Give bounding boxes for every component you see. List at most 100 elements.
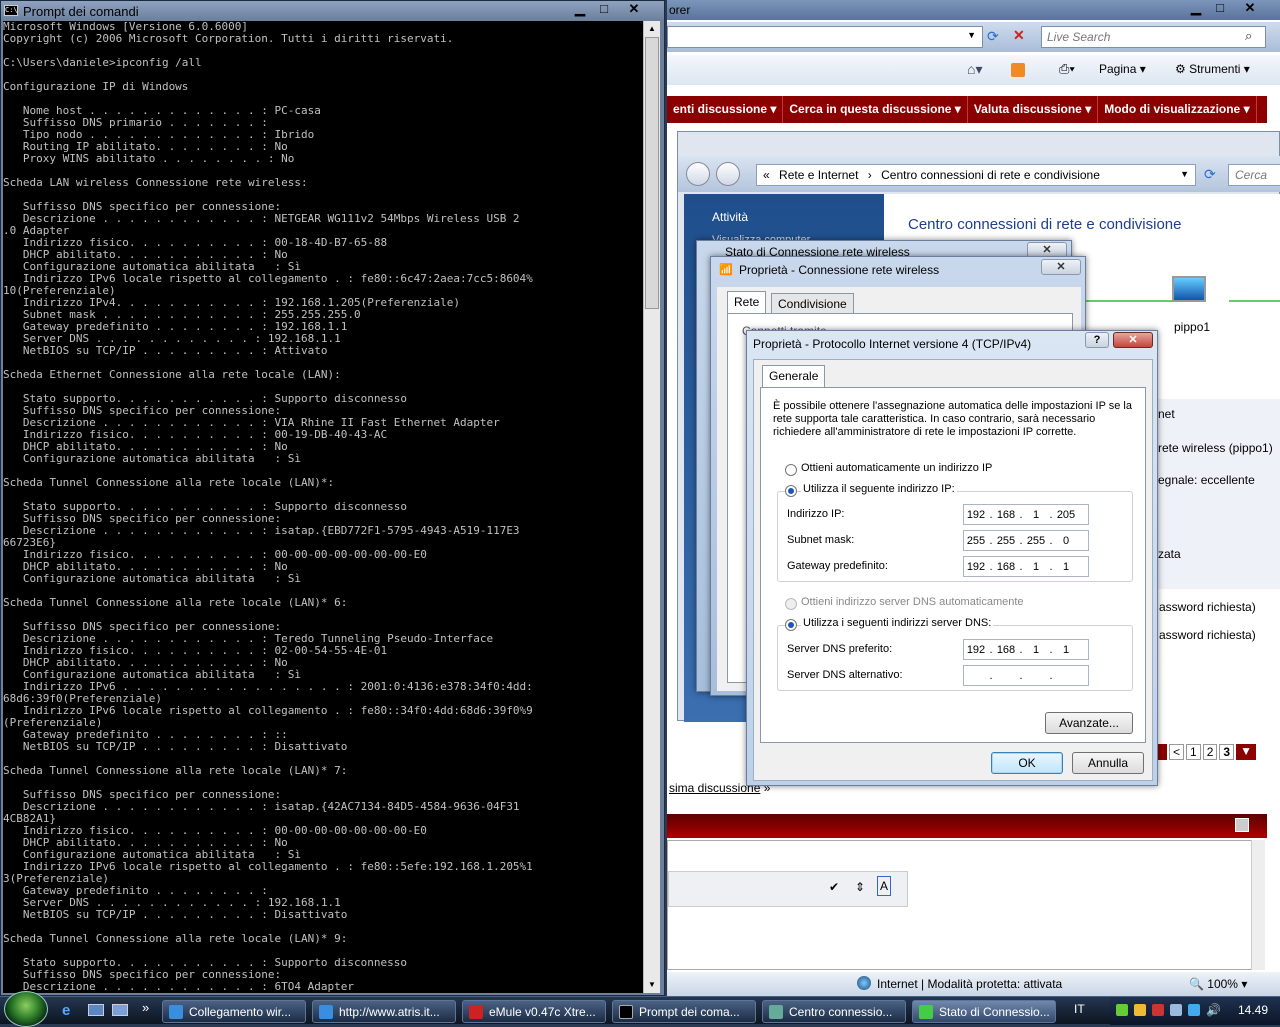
taskbar-button[interactable]: Stato di Connessio... — [912, 1000, 1056, 1023]
radio-manual-ip[interactable] — [785, 485, 797, 497]
ie-quicklaunch-icon[interactable]: e — [62, 1002, 70, 1019]
shield-icon[interactable] — [1152, 1004, 1164, 1016]
octet[interactable]: 205 — [1054, 509, 1078, 521]
octet[interactable]: 1 — [1024, 509, 1048, 521]
octet[interactable]: 168 — [994, 644, 1018, 656]
octet[interactable]: 168 — [994, 509, 1018, 521]
tray-icon[interactable] — [1134, 1004, 1146, 1016]
pager-page-3[interactable]: 3 — [1219, 744, 1235, 760]
search-icon[interactable]: ⌕ — [1245, 28, 1252, 44]
octet[interactable]: 1 — [1054, 561, 1078, 573]
octet[interactable]: 192 — [964, 561, 988, 573]
octet[interactable]: 192 — [964, 644, 988, 656]
octet[interactable]: 255 — [1024, 535, 1048, 547]
search-thread-menu[interactable]: Cerca in questa discussione ▾ — [783, 96, 968, 123]
forward-icon[interactable] — [716, 162, 740, 186]
minimize-icon[interactable]: ▁ — [1185, 0, 1207, 17]
octet[interactable]: 0 — [1054, 535, 1078, 547]
pager-page-2[interactable]: 2 — [1202, 744, 1218, 760]
preferred-dns-field[interactable]: 192. 168. 1. 1 — [963, 639, 1089, 660]
start-button[interactable] — [4, 991, 48, 1027]
octet[interactable]: 192 — [964, 509, 988, 521]
tab-general[interactable]: Generale — [762, 365, 826, 387]
breadcrumb[interactable]: « Rete e Internet › Centro connessioni d… — [756, 164, 1196, 186]
display-mode-menu[interactable]: Modo di visualizzazione ▾ — [1098, 96, 1257, 123]
octet[interactable]: 168 — [994, 561, 1018, 573]
octet[interactable]: 1 — [1024, 561, 1048, 573]
minimize-icon[interactable]: ▁ — [569, 1, 591, 18]
alternate-dns-field[interactable]: ... — [963, 665, 1089, 686]
subnet-mask-field[interactable]: 255. 255. 255. 0 — [963, 530, 1089, 551]
scroll-down-icon[interactable]: ▼ — [644, 977, 660, 993]
manual-ip-label[interactable]: Utilizza il seguente indirizzo IP: — [801, 483, 957, 495]
rate-thread-menu[interactable]: Valuta discussione ▾ — [968, 96, 1099, 123]
switch-windows-icon[interactable] — [112, 1004, 128, 1016]
taskbar-button[interactable]: eMule v0.47c Xtre... — [462, 1000, 606, 1023]
close-icon[interactable]: ✕ — [1041, 259, 1081, 275]
auto-ip-label[interactable]: Ottieni automaticamente un indirizzo IP — [801, 462, 992, 474]
address-input[interactable]: ▼ — [667, 26, 983, 48]
breadcrumb-overflow[interactable]: « — [763, 168, 770, 182]
octet[interactable]: 255 — [964, 535, 988, 547]
page-menu[interactable]: Pagina ▾ — [1099, 62, 1146, 76]
font-icon[interactable]: A — [877, 876, 892, 896]
manual-dns-label[interactable]: Utilizza i seguenti indirizzi server DNS… — [801, 617, 994, 629]
gateway-field[interactable]: 192. 168. 1. 1 — [963, 556, 1089, 577]
close-icon[interactable]: ✕ — [617, 1, 651, 18]
pager-page-1[interactable]: 1 — [1186, 744, 1201, 760]
nc-search-input[interactable]: Cerca — [1228, 164, 1280, 186]
thread-tools-menu[interactable]: enti discussione ▾ — [667, 96, 784, 123]
cancel-button[interactable]: Annulla — [1072, 752, 1144, 774]
ok-button[interactable]: OK — [991, 752, 1063, 774]
taskbar-button[interactable]: Collegamento wir... — [162, 1000, 306, 1023]
cmd-titlebar[interactable]: C:\ Prompt dei comandi ▁ □ ✕ — [1, 1, 664, 21]
ie-titlebar[interactable]: orer ▁ □ ✕ — [667, 0, 1280, 20]
cmd-window[interactable]: C:\ Prompt dei comandi ▁ □ ✕ Microsoft W… — [0, 0, 665, 996]
taskbar-button[interactable]: http://www.atris.it... — [312, 1000, 456, 1023]
console-output[interactable]: Microsoft Windows [Versione 6.0.6000] Co… — [3, 21, 643, 993]
live-search-input[interactable]: Live Search — [1041, 26, 1266, 48]
zoom-control[interactable]: 🔍 100% ▾ — [1189, 977, 1247, 991]
taskbar-button[interactable]: Centro connessio... — [762, 1000, 906, 1023]
chevron-right-icon[interactable]: » — [142, 1000, 149, 1015]
zone-status[interactable]: Internet | Modalità protetta: attivata — [877, 977, 1062, 991]
language-indicator[interactable]: IT — [1074, 1002, 1085, 1016]
breadcrumb-item[interactable]: Rete e Internet — [779, 168, 858, 182]
rss-icon[interactable] — [1011, 63, 1025, 77]
collapse-icon[interactable] — [1235, 818, 1249, 832]
chevron-down-icon[interactable]: ▼ — [967, 30, 976, 40]
octet[interactable]: 1 — [1024, 644, 1048, 656]
refresh-icon[interactable]: ⟳ — [1204, 166, 1216, 183]
tools-menu[interactable]: ⚙ Strumenti ▾ — [1175, 62, 1250, 76]
ip-address-field[interactable]: 192. 168. 1. 205 — [963, 504, 1089, 525]
pager-prev[interactable]: < — [1169, 744, 1185, 760]
help-icon[interactable]: ? — [1085, 332, 1109, 348]
cmd-scrollbar[interactable]: ▲ ▼ — [643, 21, 660, 993]
tray-icon[interactable] — [1170, 1004, 1182, 1016]
volume-icon[interactable]: 🔊 — [1206, 1003, 1221, 1017]
octet[interactable]: 255 — [994, 535, 1018, 547]
radio-manual-dns[interactable] — [785, 619, 797, 631]
close-icon[interactable]: ✕ — [1233, 0, 1267, 17]
refresh-icon[interactable]: ⟳ — [987, 28, 999, 45]
chevron-down-icon[interactable]: ▼ — [1180, 169, 1189, 179]
tab-network[interactable]: Rete — [727, 291, 767, 313]
pager-menu-icon[interactable]: ▼ — [1236, 744, 1256, 760]
resize-icon[interactable]: ⇕ — [855, 880, 865, 894]
maximize-icon[interactable]: □ — [1209, 0, 1231, 17]
stop-icon[interactable]: ✕ — [1013, 27, 1025, 44]
page-scrollbar[interactable] — [1251, 840, 1265, 970]
tab-sharing[interactable]: Condivisione — [771, 293, 854, 313]
scroll-thumb[interactable] — [645, 37, 659, 309]
spellcheck-icon[interactable]: ✔ — [829, 880, 839, 894]
reply-editor[interactable]: ✔ ⇕ A — [667, 840, 1252, 970]
maximize-icon[interactable]: □ — [593, 1, 615, 18]
octet[interactable]: 1 — [1054, 644, 1078, 656]
home-icon[interactable]: ⌂▾ — [967, 61, 982, 78]
network-tray-icon[interactable] — [1188, 1004, 1200, 1016]
advanced-button[interactable]: Avanzate... — [1045, 712, 1133, 734]
tray-icon[interactable] — [1116, 1004, 1128, 1016]
clock[interactable]: 14.49 — [1238, 1003, 1268, 1017]
print-icon[interactable]: ⎙▾ — [1059, 61, 1075, 77]
scroll-up-icon[interactable]: ▲ — [644, 21, 660, 37]
